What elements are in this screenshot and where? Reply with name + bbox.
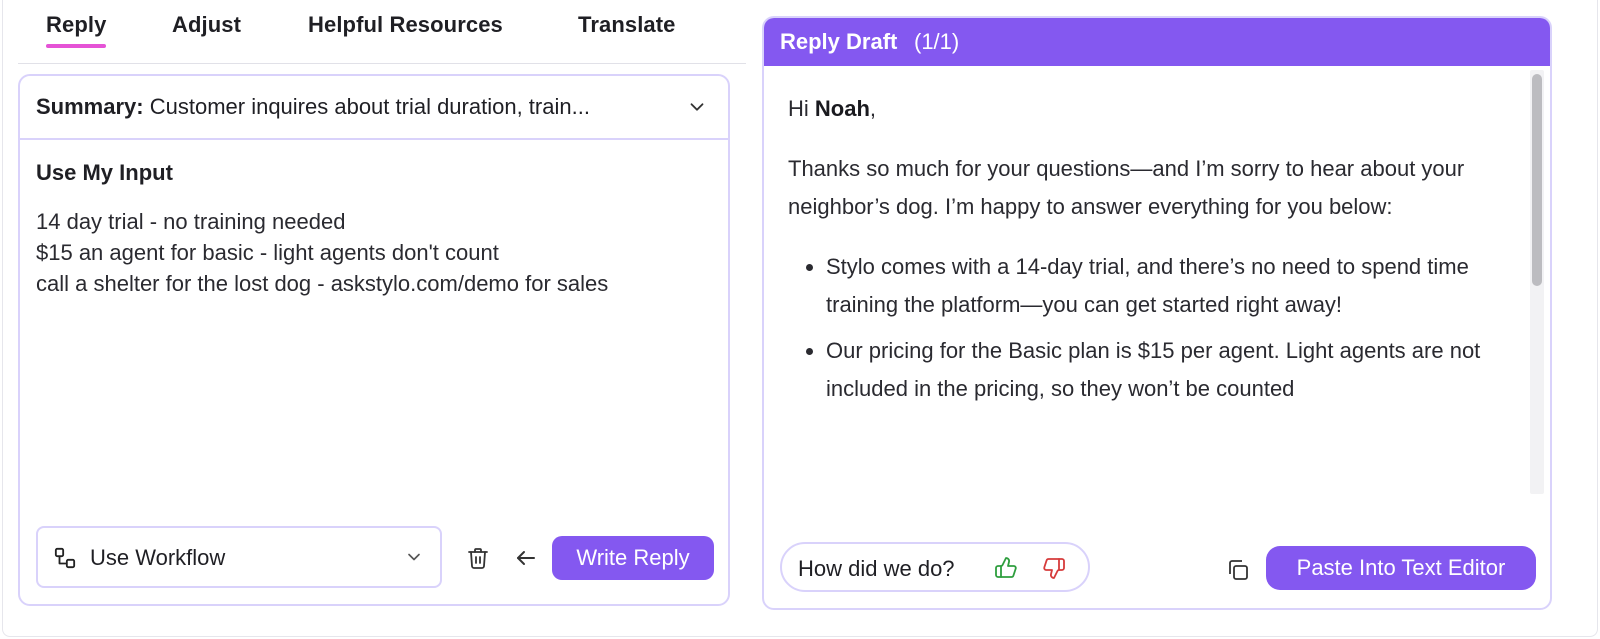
- tab-adjust[interactable]: Adjust: [172, 12, 241, 38]
- reply-draft-panel: Reply Draft (1/1) Hi Noah, Thanks so muc…: [762, 16, 1552, 610]
- summary-value: Customer inquires about trial duration, …: [149, 94, 590, 119]
- summary-text: Summary: Customer inquires about trial d…: [36, 94, 676, 120]
- chevron-down-icon[interactable]: [686, 96, 708, 118]
- trash-icon[interactable]: [466, 546, 490, 570]
- draft-count: (1/1): [914, 29, 960, 54]
- greeting-name: Noah: [814, 96, 870, 121]
- greeting-prefix: Hi: [788, 96, 815, 121]
- thumbs-up-icon[interactable]: [994, 556, 1018, 580]
- draft-title: Reply Draft: [780, 29, 898, 54]
- tab-translate[interactable]: Translate: [578, 12, 676, 38]
- workflow-icon: [54, 547, 76, 569]
- draft-body[interactable]: Hi Noah, Thanks so much for your questio…: [788, 90, 1488, 494]
- copy-icon[interactable]: [1226, 558, 1250, 582]
- scrollbar-thumb[interactable]: [1532, 74, 1542, 286]
- draft-scrollbar[interactable]: [1530, 70, 1544, 494]
- workflow-label: Use Workflow: [90, 545, 226, 570]
- draft-bullet-list: Stylo comes with a 14-day trial, and the…: [788, 248, 1488, 408]
- draft-header: Reply Draft (1/1): [764, 18, 1550, 66]
- summary-label: Summary:: [36, 94, 144, 119]
- feedback-label: How did we do?: [798, 556, 955, 581]
- summary-toggle[interactable]: Summary: Customer inquires about trial d…: [20, 76, 728, 140]
- tab-helpful-resources[interactable]: Helpful Resources: [308, 12, 503, 38]
- paste-into-editor-button[interactable]: Paste Into Text Editor: [1266, 546, 1536, 590]
- chevron-down-icon: [408, 553, 420, 561]
- write-reply-button[interactable]: Write Reply: [552, 536, 714, 580]
- thumbs-down-icon[interactable]: [1042, 556, 1066, 580]
- tab-reply[interactable]: Reply: [46, 12, 107, 48]
- draft-bullet: Stylo comes with a 14-day trial, and the…: [826, 248, 1488, 324]
- feedback-pill: How did we do?: [780, 542, 1090, 592]
- arrow-left-icon[interactable]: [514, 546, 538, 570]
- workflow-select[interactable]: Use Workflow: [36, 526, 442, 588]
- input-title: Use My Input: [36, 160, 173, 185]
- draft-bullet: Our pricing for the Basic plan is $15 pe…: [826, 332, 1488, 408]
- draft-intro: Thanks so much for your questions—and I’…: [788, 156, 1465, 219]
- greeting-suffix: ,: [869, 96, 877, 121]
- draft-greeting: Hi Noah,: [788, 90, 1488, 128]
- input-panel: Summary: Customer inquires about trial d…: [18, 74, 730, 606]
- user-input-textarea[interactable]: 14 day trial - no training needed $15 an…: [36, 206, 716, 506]
- tab-bar: Reply Adjust Helpful Resources Translate: [18, 0, 746, 64]
